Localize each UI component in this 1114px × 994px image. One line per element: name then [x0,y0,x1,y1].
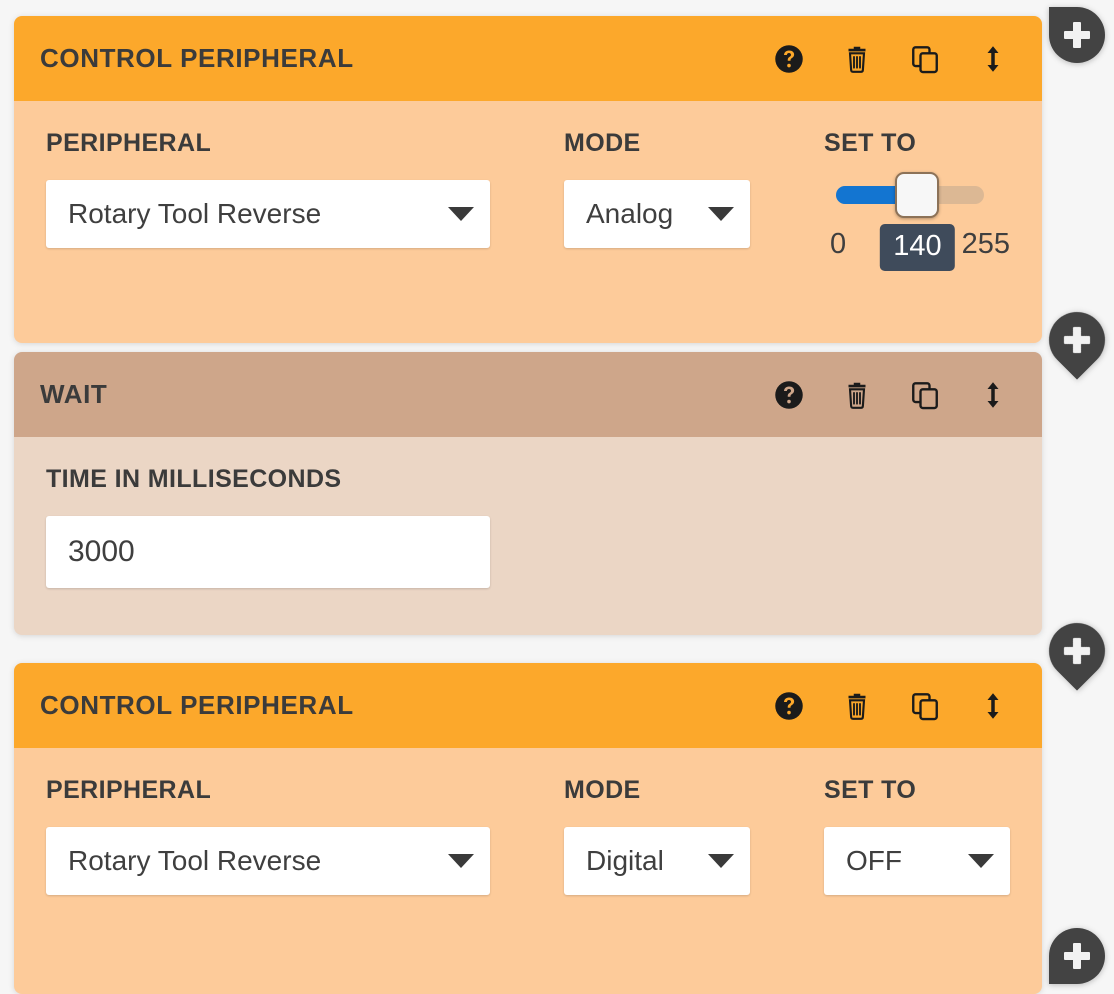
vertical-resize-arrow-icon[interactable] [978,690,1008,722]
field-time-in-milliseconds: TIME IN MILLISECONDS 3000 [46,465,490,588]
add-block-button-top[interactable] [1049,7,1105,63]
set-to-select[interactable]: OFF [824,827,1010,895]
add-block-button-2[interactable] [1037,611,1114,691]
plus-icon [1064,22,1090,48]
vertical-resize-arrow-icon[interactable] [978,379,1008,411]
field-label-mode: MODE [564,129,641,157]
block-header-actions [774,379,1008,411]
trash-icon[interactable] [842,43,872,75]
block-header-actions [774,690,1008,722]
mode-select[interactable]: Analog [564,180,750,248]
field-label-mode: MODE [564,776,641,804]
slider-scale: 0 255 140 [824,224,1010,271]
plus-icon [1064,943,1090,969]
vertical-resize-arrow-icon[interactable] [978,43,1008,75]
block-header: WAIT [14,352,1042,437]
slider-value-bubble: 140 [880,224,955,271]
mode-select-value: Digital [586,845,664,876]
block-wait-1: WAIT TIME IN MILLISECONDS 3000 [14,352,1042,635]
peripheral-select[interactable]: Rotary Tool Reverse [46,827,490,895]
copy-icon[interactable] [910,690,940,722]
mode-select[interactable]: Digital [564,827,750,895]
field-set-to: SET TO OFF [824,776,1010,895]
block-control-peripheral-1: CONTROL PERIPHERAL PERIPHERAL Rotary Too… [14,16,1042,343]
chevron-down-icon [448,207,474,221]
field-peripheral: PERIPHERAL Rotary Tool Reverse [46,129,504,248]
slider-track[interactable] [836,172,984,218]
add-block-button-1[interactable] [1037,300,1114,380]
chevron-down-icon [708,207,734,221]
copy-icon[interactable] [910,43,940,75]
slider-min-label: 0 [830,228,847,260]
field-label-set-to: SET TO [824,776,917,804]
slider-thumb[interactable] [895,172,940,218]
chevron-down-icon [448,854,474,868]
field-set-to: SET TO 0 255 140 [824,129,1010,271]
block-title: WAIT [40,379,108,409]
plus-icon [1064,327,1090,353]
block-body: PERIPHERAL Rotary Tool Reverse MODE Anal… [14,101,1042,343]
block-header: CONTROL PERIPHERAL [14,16,1042,101]
peripheral-select-value: Rotary Tool Reverse [68,198,322,229]
help-circle-icon[interactable] [774,43,804,75]
field-label-time: TIME IN MILLISECONDS [46,465,342,493]
add-block-button-bottom[interactable] [1049,928,1105,984]
slider-max-label: 255 [961,228,1010,260]
trash-icon[interactable] [842,690,872,722]
field-mode: MODE Analog [564,129,824,248]
block-header-actions [774,43,1008,75]
chevron-down-icon [708,854,734,868]
field-peripheral: PERIPHERAL Rotary Tool Reverse [46,776,504,895]
time-input[interactable]: 3000 [46,516,490,588]
plus-icon [1064,638,1090,664]
field-label-peripheral: PERIPHERAL [46,129,212,157]
block-title: CONTROL PERIPHERAL [40,690,354,720]
block-header: CONTROL PERIPHERAL [14,663,1042,748]
block-body: TIME IN MILLISECONDS 3000 [14,437,1042,635]
block-control-peripheral-2: CONTROL PERIPHERAL PERIPHERAL Rotary Too… [14,663,1042,994]
set-to-select-value: OFF [846,845,902,876]
field-mode: MODE Digital [564,776,824,895]
peripheral-select[interactable]: Rotary Tool Reverse [46,180,490,248]
block-title: CONTROL PERIPHERAL [40,43,354,73]
program-canvas: CONTROL PERIPHERAL PERIPHERAL Rotary Too… [0,0,1114,994]
help-circle-icon[interactable] [774,690,804,722]
chevron-down-icon [968,854,994,868]
block-body: PERIPHERAL Rotary Tool Reverse MODE Digi… [14,748,1042,994]
field-label-peripheral: PERIPHERAL [46,776,212,804]
trash-icon[interactable] [842,379,872,411]
peripheral-select-value: Rotary Tool Reverse [68,845,322,876]
set-to-slider[interactable]: 0 255 140 [824,172,1010,271]
help-circle-icon[interactable] [774,379,804,411]
field-label-set-to: SET TO [824,129,917,157]
mode-select-value: Analog [586,198,674,229]
copy-icon[interactable] [910,379,940,411]
